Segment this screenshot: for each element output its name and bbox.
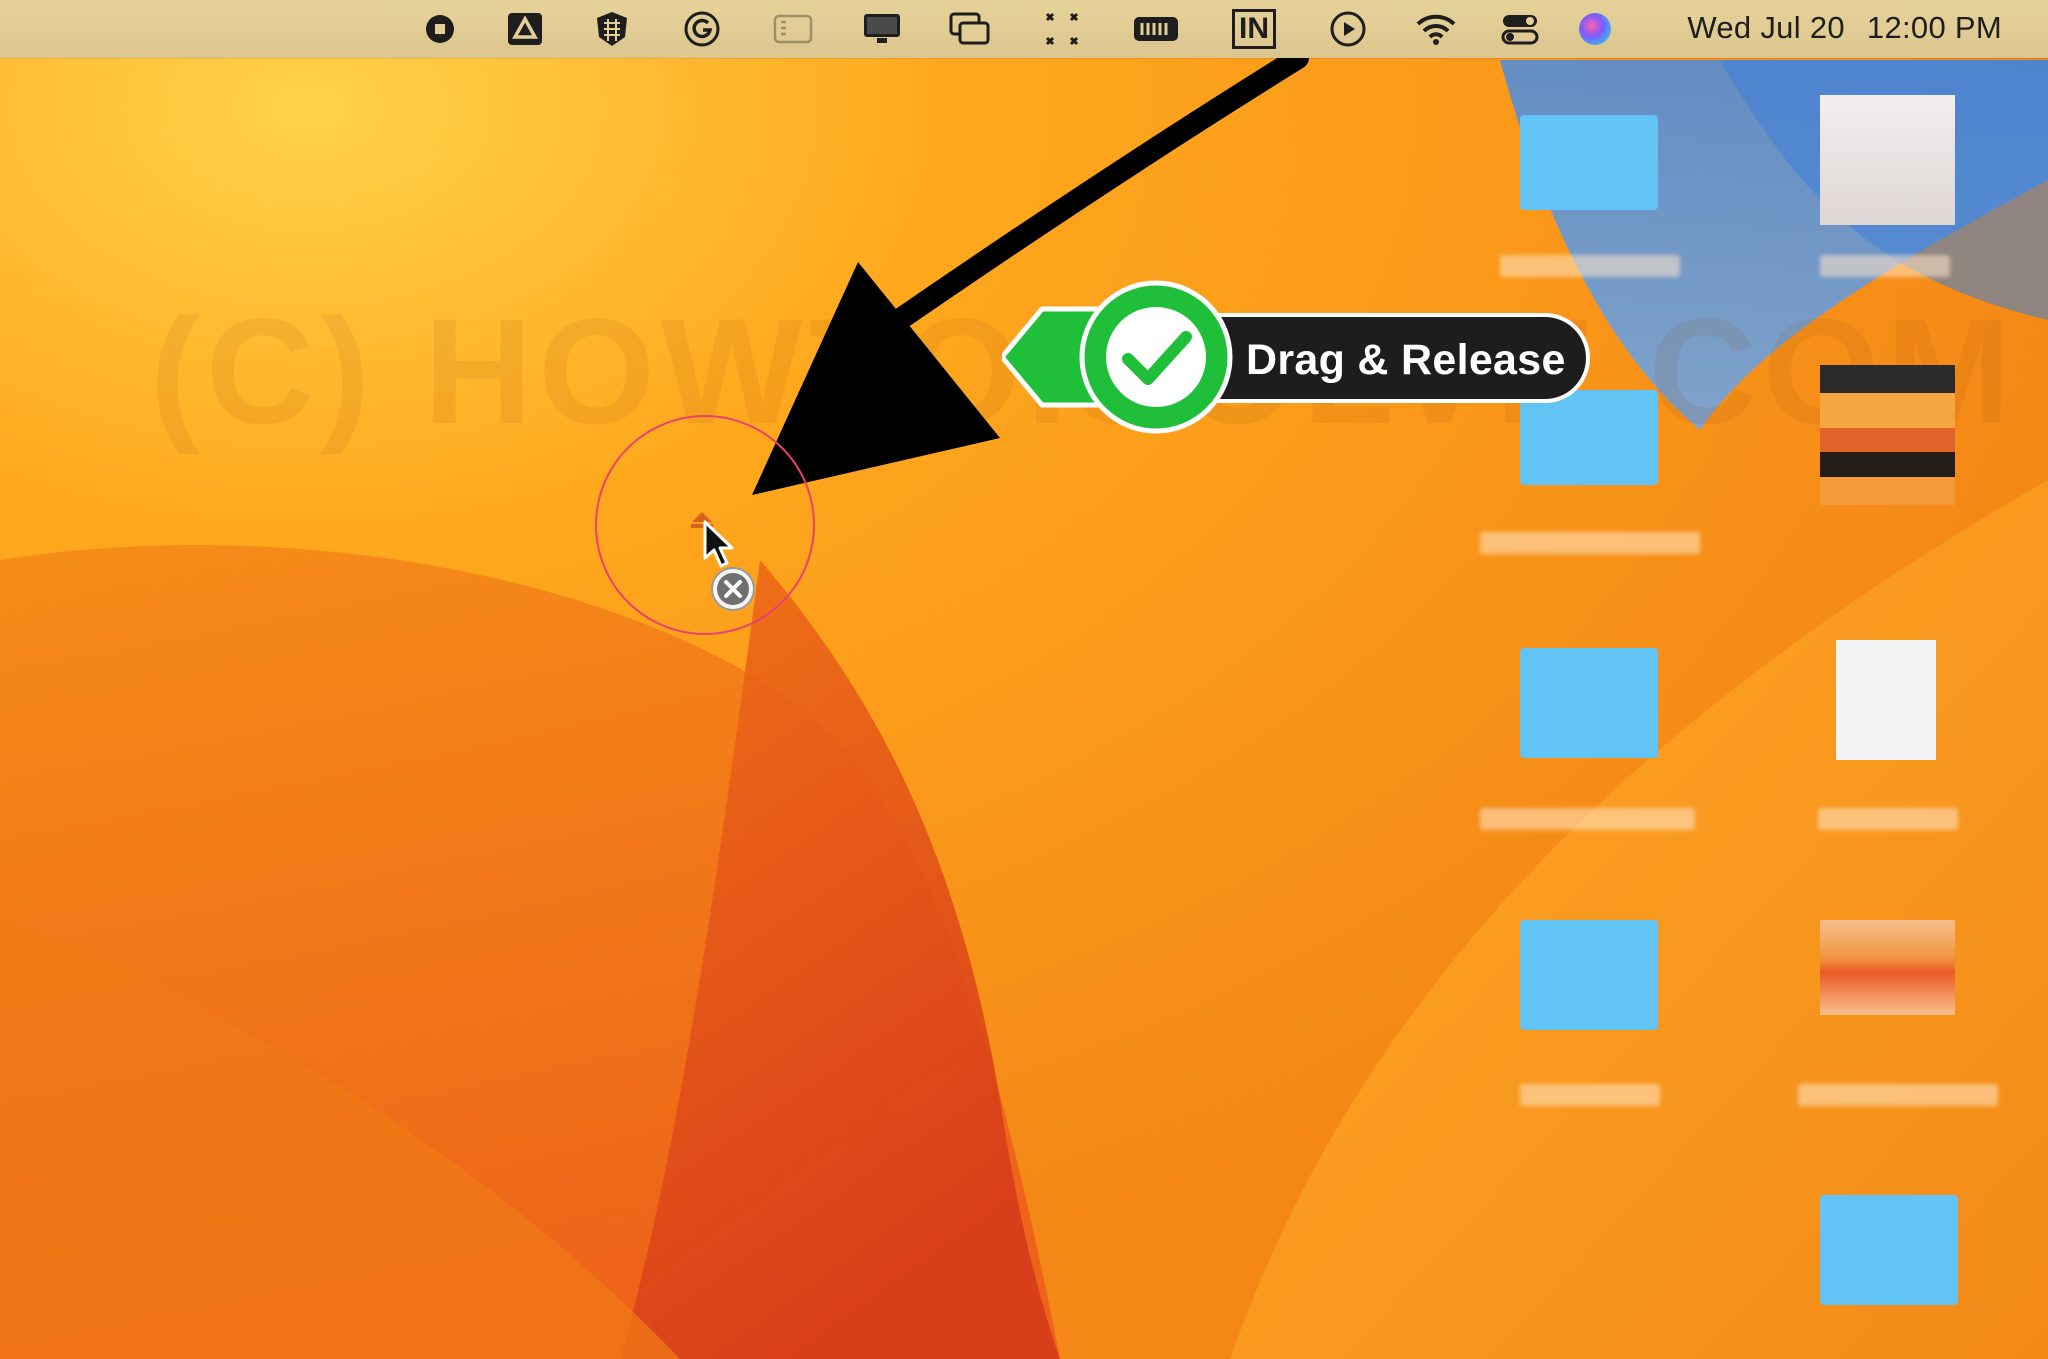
input-source-icon[interactable]: IN bbox=[1227, 9, 1281, 49]
fullscreen-icon[interactable] bbox=[1041, 9, 1083, 49]
image-file-icon[interactable] bbox=[1820, 920, 1955, 1015]
folder-icon[interactable] bbox=[1520, 920, 1658, 1030]
input-source-label: IN bbox=[1232, 9, 1276, 49]
grid-app-icon[interactable] bbox=[591, 9, 633, 49]
grammarly-icon[interactable] bbox=[681, 9, 723, 49]
menu-bar-date: Wed Jul 20 bbox=[1687, 10, 1845, 45]
icon-label-placeholder bbox=[1520, 1084, 1660, 1106]
record-icon[interactable] bbox=[419, 9, 461, 49]
check-icon bbox=[1079, 280, 1233, 434]
battery-meter-icon[interactable] bbox=[1133, 9, 1179, 49]
document-icon[interactable] bbox=[1836, 640, 1936, 760]
desktop: (C) HOWTOISOLVE.COM bbox=[0, 0, 2048, 1359]
menu-bar: IN Wed Jul 20 12:00 PM bbox=[0, 0, 2048, 58]
icon-label-placeholder bbox=[1818, 808, 1958, 830]
folder-icon[interactable] bbox=[1520, 648, 1658, 758]
icon-label-placeholder bbox=[1480, 532, 1700, 554]
sidebar-icon[interactable] bbox=[772, 9, 814, 49]
menu-bar-time: 12:00 PM bbox=[1866, 10, 2002, 45]
menu-bar-clock[interactable]: Wed Jul 20 12:00 PM bbox=[1687, 8, 2002, 48]
callout-label: Drag & Release bbox=[1246, 336, 1566, 384]
siri-icon[interactable] bbox=[1574, 9, 1616, 49]
wifi-icon[interactable] bbox=[1415, 9, 1457, 49]
play-icon[interactable] bbox=[1327, 9, 1369, 49]
window-switch-icon[interactable] bbox=[949, 9, 991, 49]
google-drive-icon[interactable] bbox=[504, 9, 546, 49]
image-file-icon[interactable] bbox=[1820, 365, 1955, 505]
folder-icon[interactable] bbox=[1520, 115, 1658, 210]
folder-icon[interactable] bbox=[1820, 1195, 1958, 1305]
icon-label-placeholder bbox=[1820, 255, 1950, 277]
control-center-icon[interactable] bbox=[1499, 9, 1541, 49]
wallpaper bbox=[0, 0, 2048, 1359]
cancel-drop-icon bbox=[710, 566, 756, 612]
display-icon[interactable] bbox=[861, 9, 903, 49]
icon-label-placeholder bbox=[1500, 255, 1680, 277]
icon-label-placeholder bbox=[1480, 808, 1695, 830]
file-icon[interactable] bbox=[1820, 95, 1955, 225]
icon-label-placeholder bbox=[1798, 1084, 1998, 1106]
